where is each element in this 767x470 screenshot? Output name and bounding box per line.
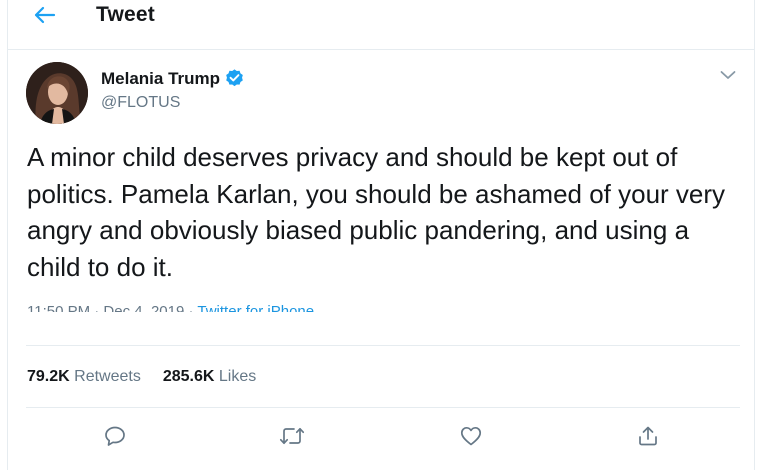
- chevron-down-icon: [720, 67, 736, 85]
- share-button[interactable]: [635, 425, 661, 451]
- like-icon: [459, 424, 483, 453]
- tweet-meta: 11:50 PM · Dec 4, 2019 · Twitter for iPh…: [27, 300, 367, 312]
- likes-stat[interactable]: 285.6K Likes: [163, 368, 256, 386]
- retweets-label: Retweets: [74, 368, 141, 385]
- likes-count: 285.6K: [162, 368, 215, 385]
- divider: [26, 407, 740, 408]
- tweet-stats: 79.2K Retweets 285.6K Likes: [27, 368, 256, 386]
- author-handle[interactable]: @FLOTUS: [101, 94, 180, 112]
- tweet-timestamp[interactable]: 11:50 PM · Dec 4, 2019: [27, 303, 184, 312]
- page-title: Tweet: [96, 3, 155, 26]
- arrow-left-icon: [34, 6, 56, 29]
- more-options-button[interactable]: [718, 68, 738, 84]
- retweet-icon: [279, 424, 305, 453]
- author-name[interactable]: Melania Trump: [101, 69, 220, 89]
- reply-icon: [103, 424, 127, 453]
- tweet-text: A minor child deserves privacy and shoul…: [27, 142, 726, 282]
- tweet-source-link[interactable]: Twitter for iPhone: [197, 303, 314, 312]
- retweets-count: 79.2K: [27, 368, 70, 385]
- like-button[interactable]: [458, 425, 484, 451]
- avatar[interactable]: [26, 62, 88, 124]
- retweet-button[interactable]: [279, 425, 305, 451]
- verified-badge-icon: [224, 68, 245, 89]
- likes-label: Likes: [218, 368, 257, 385]
- back-button[interactable]: [30, 4, 60, 30]
- divider: [26, 345, 740, 346]
- tweet-page: Tweet Melania Trump @FLOTUS A minor chil…: [7, 0, 755, 470]
- page-header: Tweet: [8, 0, 754, 50]
- tweet-actions: [8, 425, 754, 455]
- reply-button[interactable]: [102, 425, 128, 451]
- author-row: Melania Trump: [101, 68, 245, 89]
- share-icon: [636, 424, 660, 453]
- retweets-stat[interactable]: 79.2K Retweets: [27, 368, 141, 386]
